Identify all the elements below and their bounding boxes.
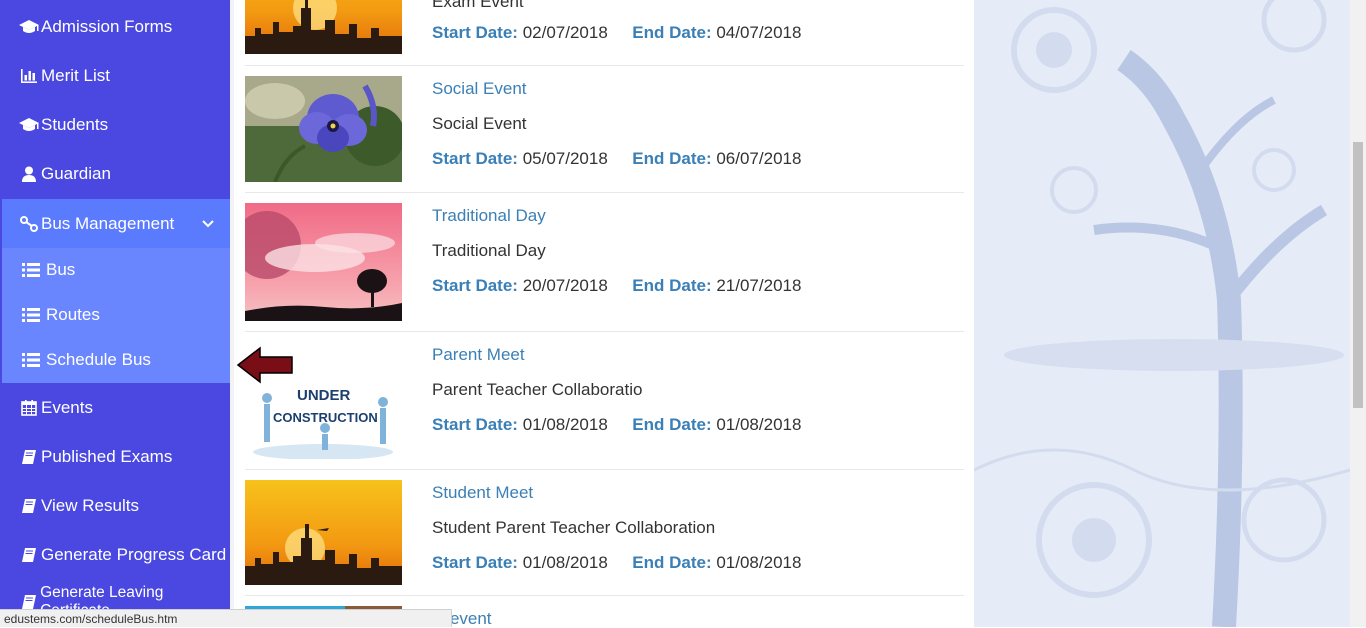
- start-date-value: 01/08/2018: [522, 415, 608, 434]
- event-description: Parent Teacher Collaboratio: [432, 380, 643, 399]
- scrollbar-thumb[interactable]: [1353, 142, 1363, 408]
- end-date-label: End Date:: [632, 149, 712, 168]
- nav-admission-forms[interactable]: Admission Forms: [0, 4, 230, 50]
- event-item: Student Meet Student Parent Teacher Coll…: [245, 470, 964, 596]
- nav-label: Admission Forms: [41, 17, 173, 36]
- nav-events[interactable]: Events: [0, 385, 230, 431]
- end-date-value: 01/08/2018: [716, 553, 802, 572]
- end-date-label: End Date:: [632, 276, 712, 295]
- start-date-value: 20/07/2018: [522, 276, 608, 295]
- graduation-cap-icon: [17, 117, 41, 133]
- nav-guardian[interactable]: Guardian: [0, 151, 230, 197]
- submenu-label: Routes: [46, 305, 100, 324]
- event-description: Traditional Day: [432, 241, 546, 260]
- nav-label: Bus Management: [41, 213, 175, 233]
- event-thumbnail[interactable]: [245, 480, 402, 585]
- submenu-label: Bus: [46, 260, 76, 279]
- end-date-label: End Date:: [632, 415, 712, 434]
- submenu-item-routes[interactable]: Routes: [2, 293, 230, 337]
- book-icon: [17, 547, 41, 563]
- end-date-value: 21/07/2018: [716, 276, 802, 295]
- event-item: Exam Event Start Date: 02/07/2018 End Da…: [245, 0, 964, 66]
- event-title-link[interactable]: Traditional Day: [432, 206, 546, 226]
- decorative-background: [974, 0, 1350, 627]
- nav-generate-progress-card[interactable]: Generate Progress Card: [0, 532, 230, 578]
- arrow-left-icon: [236, 346, 293, 384]
- submenu-item-bus[interactable]: Bus: [2, 248, 230, 292]
- nav-published-exams[interactable]: Published Exams: [0, 434, 230, 480]
- nav-students[interactable]: Students: [0, 102, 230, 148]
- bar-chart-icon: [17, 68, 41, 84]
- event-dates: Start Date: 05/07/2018 End Date: 06/07/2…: [432, 149, 801, 169]
- list-icon: [22, 308, 42, 322]
- end-date-label: End Date:: [632, 23, 712, 42]
- nav-label: Events: [41, 398, 93, 417]
- vertical-scrollbar[interactable]: [1350, 0, 1366, 627]
- chevron-down-icon: [202, 213, 214, 233]
- event-item: Traditional Day Traditional Day Start Da…: [245, 193, 964, 332]
- graduation-cap-icon: [17, 19, 41, 35]
- nav-merit-list[interactable]: Merit List: [0, 53, 230, 99]
- end-date-label: End Date:: [632, 553, 712, 572]
- thumb-text-construction: CONSTRUCTION: [273, 410, 378, 425]
- start-date-label: Start Date:: [432, 149, 518, 168]
- list-icon: [22, 353, 42, 367]
- start-date-label: Start Date:: [432, 553, 518, 572]
- sidebar: Admission Forms Merit List Students Guar…: [0, 0, 230, 627]
- event-title-link[interactable]: Student Meet: [432, 483, 533, 503]
- start-date-label: Start Date:: [432, 276, 518, 295]
- event-dates: Start Date: 20/07/2018 End Date: 21/07/2…: [432, 276, 801, 296]
- nav-label: Generate Progress Card: [41, 545, 227, 564]
- calendar-icon: [17, 400, 41, 416]
- start-date-value: 01/08/2018: [522, 553, 608, 572]
- start-date-label: Start Date:: [432, 415, 518, 434]
- start-date-label: Start Date:: [432, 23, 518, 42]
- event-description: Social Event: [432, 114, 527, 133]
- thumb-text-under: UNDER: [297, 387, 351, 404]
- nav-label: Published Exams: [41, 447, 173, 466]
- route-icon: [17, 215, 41, 232]
- nav-label: View Results: [41, 496, 139, 515]
- event-thumbnail[interactable]: [245, 0, 402, 54]
- event-item: UNDER CONSTRUCTION Parent Meet Parent Te…: [245, 332, 964, 470]
- nav-label: Guardian: [41, 164, 111, 183]
- book-icon: [17, 498, 41, 514]
- events-list: Exam Event Start Date: 02/07/2018 End Da…: [234, 0, 974, 627]
- event-dates: Start Date: 01/08/2018 End Date: 01/08/2…: [432, 415, 801, 435]
- end-date-value: 06/07/2018: [716, 149, 802, 168]
- event-item: Social Event Social Event Start Date: 05…: [245, 66, 964, 193]
- event-description: Student Parent Teacher Collaboration: [432, 518, 716, 537]
- start-date-value: 02/07/2018: [522, 23, 608, 42]
- event-title-link[interactable]: Social Event: [432, 79, 527, 99]
- start-date-value: 05/07/2018: [522, 149, 608, 168]
- nav-view-results[interactable]: View Results: [0, 483, 230, 529]
- event-dates: Start Date: 02/07/2018 End Date: 04/07/2…: [432, 23, 801, 43]
- book-icon: [17, 594, 40, 610]
- bus-submenu: Bus Routes Schedule Bus: [2, 248, 230, 383]
- status-bar-url: edustems.com/scheduleBus.htm: [0, 609, 452, 627]
- user-icon: [17, 166, 41, 182]
- list-icon: [22, 263, 42, 277]
- book-icon: [17, 449, 41, 465]
- event-description: Exam Event: [432, 0, 524, 11]
- event-dates: Start Date: 01/08/2018 End Date: 01/08/2…: [432, 553, 801, 573]
- submenu-label: Schedule Bus: [46, 350, 151, 369]
- end-date-value: 04/07/2018: [716, 23, 802, 42]
- end-date-value: 01/08/2018: [716, 415, 802, 434]
- event-title-link[interactable]: Parent Meet: [432, 345, 525, 365]
- submenu-item-schedule-bus[interactable]: Schedule Bus: [2, 338, 230, 382]
- nav-label: Students: [41, 115, 109, 134]
- nav-bus-management[interactable]: Bus Management: [2, 199, 230, 248]
- nav-label: Merit List: [41, 66, 110, 85]
- event-thumbnail[interactable]: [245, 76, 402, 182]
- event-thumbnail[interactable]: [245, 203, 402, 321]
